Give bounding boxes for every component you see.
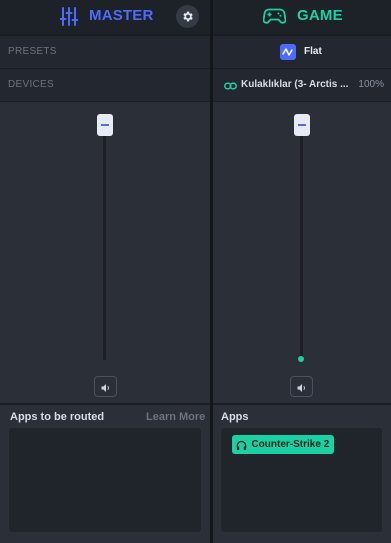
gear-icon <box>181 10 194 23</box>
game-preset-name: Flat <box>304 46 322 57</box>
game-preset-row[interactable]: Flat <box>213 36 391 68</box>
settings-button[interactable] <box>176 5 199 28</box>
game-volume-track[interactable] <box>300 114 303 360</box>
game-device-volume: 100% <box>358 79 384 90</box>
master-apps-list[interactable] <box>9 428 201 532</box>
speaker-icon <box>296 381 308 393</box>
master-title: MASTER <box>89 7 154 24</box>
game-apps-list[interactable]: Counter-Strike 2 <box>221 428 382 532</box>
master-volume-thumb[interactable] <box>97 114 113 136</box>
devices-label: DEVICES <box>8 79 55 90</box>
learn-more-link[interactable]: Learn More <box>146 411 205 423</box>
speaker-icon <box>100 381 112 393</box>
master-volume-track[interactable] <box>103 114 106 360</box>
game-volume-thumb[interactable] <box>294 114 310 136</box>
game-volume-level-dot <box>298 356 304 362</box>
game-mute-button[interactable] <box>290 376 313 397</box>
game-column: GAME Flat Kulaklıklar (3- Arctis ... 100… <box>213 0 391 543</box>
game-apps-title: Apps <box>221 411 249 423</box>
master-header: MASTER <box>0 0 210 34</box>
master-column: MASTER PRESETS DEVICES Apps to be routed… <box>0 0 210 543</box>
headphones-icon <box>236 438 247 451</box>
presets-label: PRESETS <box>8 46 57 57</box>
link-icon <box>224 79 237 91</box>
app-chip-counter-strike-2[interactable]: Counter-Strike 2 <box>232 435 335 454</box>
game-title: GAME <box>297 7 343 24</box>
devices-row: DEVICES <box>0 69 210 101</box>
game-device-row[interactable]: Kulaklıklar (3- Arctis ... 100% <box>213 69 391 101</box>
gamepad-icon <box>262 8 287 25</box>
presets-row: PRESETS <box>0 36 210 68</box>
master-mute-button[interactable] <box>94 376 117 397</box>
game-device-name: Kulaklıklar (3- Arctis ... <box>241 79 349 90</box>
game-volume-panel <box>213 102 391 403</box>
app-chip-label: Counter-Strike 2 <box>251 439 330 450</box>
master-volume-panel <box>0 102 210 403</box>
wave-preset-icon <box>280 44 296 60</box>
apps-to-be-routed-title: Apps to be routed <box>10 411 105 423</box>
master-apps-panel: Apps to be routed Learn More <box>0 405 210 543</box>
mixer-sliders-icon <box>59 7 79 26</box>
game-apps-panel: Apps Counter-Strike 2 <box>213 405 391 543</box>
game-header: GAME <box>213 0 391 34</box>
